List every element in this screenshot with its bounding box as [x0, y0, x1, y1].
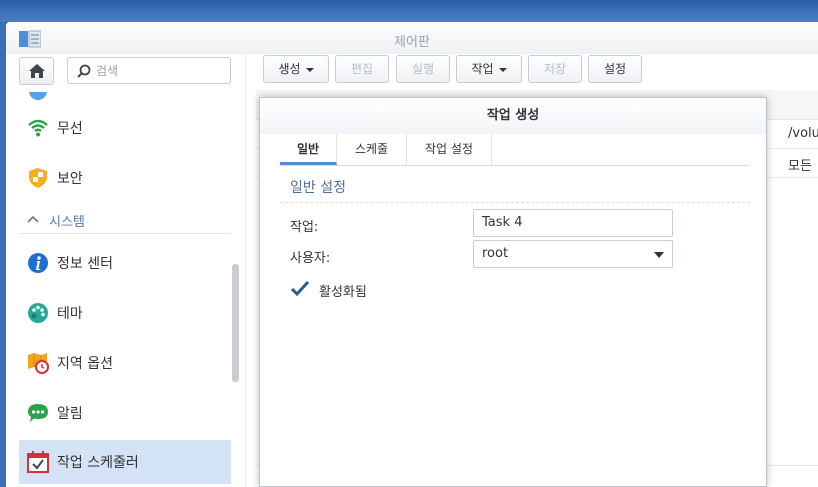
- sidebar-item-theme[interactable]: 테마: [19, 291, 231, 335]
- run-button[interactable]: 실행: [396, 55, 450, 83]
- control-panel-window: 제어판 검색 무선 보안 시스템 정보 센터 테마 지역 옵션 알림 작업 스케…: [6, 22, 818, 487]
- task-name-field[interactable]: Task 4: [473, 209, 673, 237]
- tab-schedule[interactable]: 스케줄: [337, 134, 407, 165]
- sidebar-item-label: 정보 센터: [57, 256, 113, 272]
- save-button-label: 저장: [543, 62, 567, 76]
- edit-button[interactable]: 편집: [335, 55, 389, 83]
- partial-icon: [29, 92, 47, 100]
- sidebar-item-wireless[interactable]: 무선: [19, 106, 231, 150]
- sidebar-item-label: 테마: [57, 306, 83, 322]
- search-icon: [77, 64, 91, 78]
- sidebar-item-partial[interactable]: [19, 92, 231, 106]
- info-icon: [28, 253, 48, 273]
- sidebar-item-task-scheduler[interactable]: 작업 스케줄러: [19, 440, 231, 484]
- sidebar-item-label: 작업 스케줄러: [57, 455, 139, 471]
- calendar-check-icon: [27, 451, 49, 473]
- sidebar-item-label: 보안: [57, 171, 83, 187]
- chevron-down-icon: [305, 67, 314, 72]
- sidebar-scrollbar[interactable]: [232, 264, 239, 382]
- edit-button-label: 편집: [350, 62, 374, 76]
- chevron-up-icon: [27, 215, 39, 223]
- sidebar-item-security[interactable]: 보안: [19, 156, 231, 200]
- enabled-checkbox[interactable]: [290, 280, 310, 298]
- create-button[interactable]: 생성: [263, 55, 329, 83]
- sidebar-section-system[interactable]: 시스템: [19, 206, 231, 234]
- tab-task-settings[interactable]: 작업 설정: [407, 134, 492, 165]
- chevron-down-icon: [498, 67, 507, 72]
- table-cell: 모든: [788, 159, 812, 174]
- enabled-label[interactable]: 활성화됨: [319, 281, 367, 300]
- dialog-title[interactable]: 작업 생성: [260, 98, 766, 134]
- tab-general[interactable]: 일반: [280, 134, 337, 165]
- settings-button[interactable]: 설정: [588, 55, 642, 83]
- window-titlebar[interactable]: 제어판: [6, 22, 818, 54]
- desktop-top-strip: [0, 0, 818, 22]
- sidebar-item-info-center[interactable]: 정보 센터: [19, 241, 231, 285]
- create-task-dialog: 작업 생성 일반 스케줄 작업 설정 일반 설정 작업: Task 4 사용자:…: [259, 97, 767, 487]
- action-button-label: 작업: [471, 62, 494, 76]
- table-cell: /volu: [788, 126, 818, 141]
- window-title: 제어판: [394, 35, 430, 50]
- user-label: 사용자:: [290, 251, 331, 266]
- user-select[interactable]: root: [473, 240, 673, 268]
- sidebar: 무선 보안 시스템: [6, 54, 246, 487]
- dialog-tabs: 일반 스케줄 작업 설정: [280, 134, 750, 166]
- sidebar-item-label: 무선: [57, 121, 83, 137]
- sidebar-item-label: 지역 옵션: [57, 356, 113, 372]
- run-button-label: 실행: [411, 62, 435, 76]
- chat-bubble-icon: [28, 404, 48, 422]
- shield-icon: [29, 168, 47, 188]
- checkmark-icon: [290, 280, 310, 297]
- wifi-icon: [28, 119, 48, 137]
- save-button[interactable]: 저장: [528, 55, 582, 83]
- settings-button-label: 설정: [603, 62, 627, 76]
- task-label: 작업:: [290, 220, 319, 235]
- search-input[interactable]: [96, 62, 226, 80]
- section-title: 일반 설정: [290, 180, 346, 196]
- search-box[interactable]: [67, 57, 231, 84]
- create-button-label: 생성: [278, 62, 301, 76]
- sidebar-nav-list: 무선 보안 시스템 정보 센터 테마 지역 옵션 알림 작업 스케줄러: [6, 92, 238, 487]
- home-icon: [28, 64, 45, 78]
- dropdown-arrow-icon: [654, 252, 664, 258]
- palette-icon: [28, 303, 48, 323]
- action-button[interactable]: 작업: [456, 55, 522, 83]
- home-button[interactable]: [19, 57, 54, 85]
- user-select-value: root: [482, 246, 509, 261]
- sidebar-section-label: 시스템: [49, 215, 85, 230]
- map-clock-icon: [28, 353, 49, 374]
- sidebar-item-notification[interactable]: 알림: [19, 391, 231, 435]
- section-divider: [280, 202, 750, 203]
- sidebar-item-label: 알림: [57, 406, 83, 422]
- sidebar-item-regional-options[interactable]: 지역 옵션: [19, 341, 231, 385]
